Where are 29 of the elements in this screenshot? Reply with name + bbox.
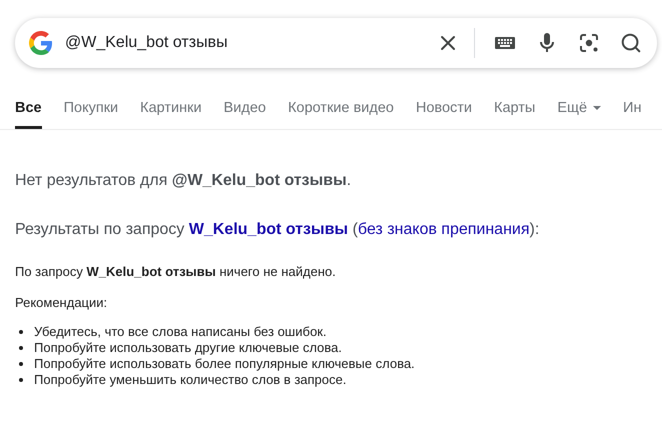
search-icon (620, 32, 642, 54)
search-field[interactable]: @W_Kelu_bot отзывы (63, 33, 418, 53)
recommendations-title: Рекомендации: (15, 295, 108, 310)
bullet-icon (19, 346, 23, 350)
punctuation-link[interactable]: без знаков препинания (358, 221, 530, 238)
recommendation-text: Попробуйте использовать другие ключевые слова. (34, 340, 342, 356)
tab[interactable]: Картинки (140, 98, 202, 129)
google-logo-icon (29, 31, 53, 55)
caret-icon (593, 106, 602, 110)
tab[interactable]: Покупки (64, 98, 118, 129)
tab[interactable]: Ещё (557, 98, 602, 129)
corrected-query-message: Результаты по запросу W_Kelu_bot отзывы (без знаков препинания): (15, 221, 540, 239)
recommendation-text: Убедитесь, что все слова написаны без ошибок. (34, 324, 326, 340)
bullet-icon (19, 330, 23, 334)
tab[interactable]: Ин (623, 98, 642, 129)
search-button[interactable] (619, 31, 643, 55)
tab[interactable]: Видео (224, 98, 266, 129)
tab[interactable]: Карты (494, 98, 536, 129)
bullet-icon (19, 378, 23, 382)
camera-icon[interactable] (577, 31, 601, 55)
recommendation-text: Попробуйте использовать более популярные ключевые слова. (34, 356, 415, 372)
bullet-icon (19, 362, 23, 366)
tab[interactable]: Новости (416, 98, 472, 129)
corrected-query-link[interactable]: W_Kelu_bot отзывы (188, 221, 348, 238)
recommendation-text: Попробуйте уменьшить количество слов в запросе. (34, 372, 346, 388)
tab[interactable]: Все (15, 98, 42, 129)
no-results-message: Нет результатов для @W_Kelu_bot отзывы. (15, 172, 352, 190)
not-found-message: По запросу W_Kelu_bot отзывы ничего не найдено. (15, 264, 337, 279)
tab[interactable]: Короткие видео (288, 98, 394, 129)
